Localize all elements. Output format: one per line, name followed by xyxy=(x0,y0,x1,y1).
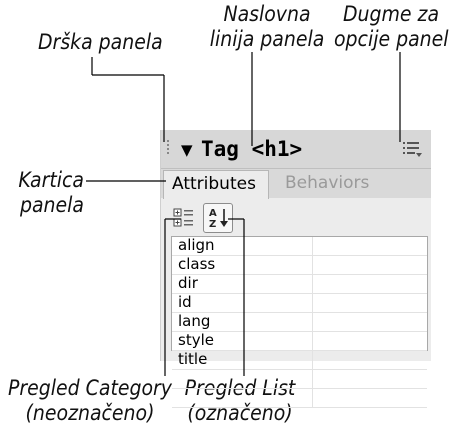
callout-leader-lines xyxy=(86,52,401,376)
